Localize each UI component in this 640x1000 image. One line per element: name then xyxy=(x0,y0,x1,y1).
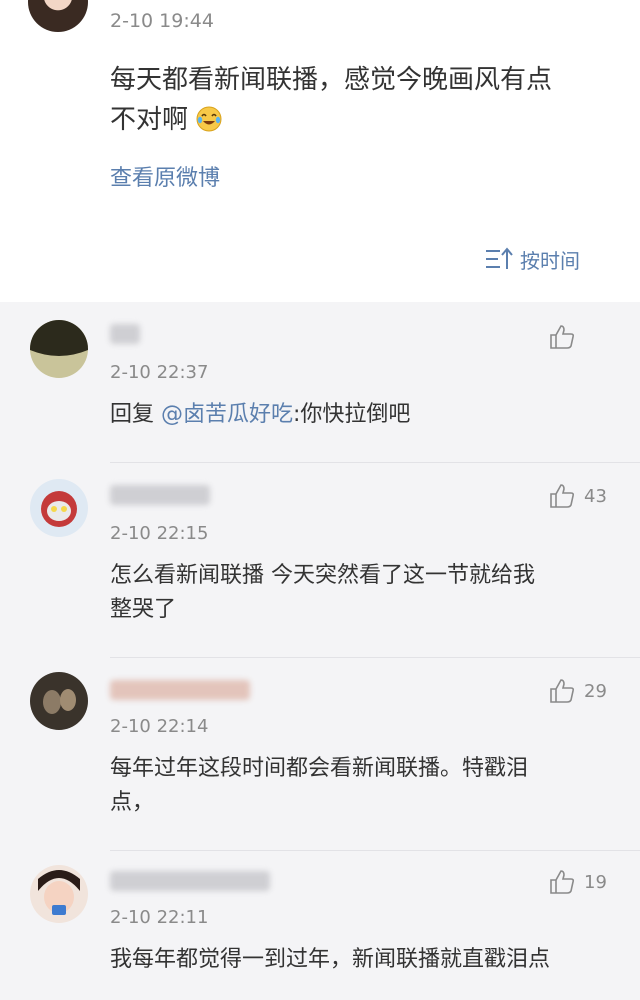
comment-timestamp: 2-10 22:14 xyxy=(110,716,209,737)
post-text: 每天都看新闻联播，感觉今晚画风有点 不对啊 xyxy=(110,60,610,140)
comment-item: 29 2-10 22:14 每年过年这段时间都会看新闻联播。特戳泪 点， xyxy=(0,658,640,851)
mention-link[interactable]: @卤苦瓜好吃 xyxy=(161,402,293,427)
reply-text: :你快拉倒吧 xyxy=(293,402,411,427)
comment-text-line1: 我每年都觉得一到过年，新闻联播就直戳泪点 xyxy=(110,947,551,972)
commenter-name-redacted[interactable] xyxy=(110,871,270,893)
commenter-name-redacted[interactable] xyxy=(110,485,210,507)
comment-text: 回复 @卤苦瓜好吃:你快拉倒吧 xyxy=(110,398,610,432)
comment-timestamp: 2-10 22:11 xyxy=(110,907,209,928)
comment-text-line1: 怎么看新闻联播 今天突然看了这一节就给我 xyxy=(110,563,535,588)
commenter-name-redacted[interactable] xyxy=(110,680,250,702)
like-count: 19 xyxy=(584,871,607,893)
comment-text: 我每年都觉得一到过年，新闻联播就直戳泪点 xyxy=(110,943,610,977)
comment-text-line2: 整哭了 xyxy=(110,597,177,622)
like-count: 43 xyxy=(584,485,607,507)
sort-icon xyxy=(486,247,513,269)
like-button[interactable]: 19 xyxy=(548,867,607,897)
like-button[interactable] xyxy=(548,322,576,352)
like-count: 29 xyxy=(584,680,607,702)
comment-item: 2-10 22:37 回复 @卤苦瓜好吃:你快拉倒吧 xyxy=(0,302,640,463)
comment-list: 2-10 22:37 回复 @卤苦瓜好吃:你快拉倒吧 43 2-10 22:15 xyxy=(0,302,640,1000)
comment-text-line1: 每年过年这段时间都会看新闻联播。特戳泪 xyxy=(110,756,529,781)
comment-text-line2: 点， xyxy=(110,790,155,815)
comment-text: 每年过年这段时间都会看新闻联播。特戳泪 点， xyxy=(110,752,610,820)
comment-text: 怎么看新闻联播 今天突然看了这一节就给我 整哭了 xyxy=(110,559,610,627)
comment-item: 19 2-10 22:11 我每年都觉得一到过年，新闻联播就直戳泪点 xyxy=(0,851,640,1000)
view-original-weibo-link[interactable]: 查看原微博 xyxy=(110,160,220,192)
comment-timestamp: 2-10 22:37 xyxy=(110,362,209,383)
post-text-line2: 不对啊 xyxy=(110,105,189,135)
post-author-avatar[interactable] xyxy=(28,0,88,32)
comment-item: 43 2-10 22:15 怎么看新闻联播 今天突然看了这一节就给我 整哭了 xyxy=(0,463,640,658)
reply-prefix: 回复 xyxy=(110,402,161,427)
thumbs-up-icon xyxy=(550,679,575,703)
commenter-avatar[interactable] xyxy=(30,320,88,378)
laughing-crying-emoji-icon xyxy=(196,106,222,132)
sort-label: 按时间 xyxy=(520,248,580,273)
commenter-avatar[interactable] xyxy=(30,479,88,537)
like-button[interactable]: 29 xyxy=(548,676,607,706)
like-button[interactable]: 43 xyxy=(548,481,607,511)
original-post: 2-10 19:44 每天都看新闻联播，感觉今晚画风有点 不对啊 查看原微博 按… xyxy=(0,0,640,302)
commenter-avatar[interactable] xyxy=(30,865,88,923)
thumbs-up-icon xyxy=(550,325,575,349)
post-timestamp: 2-10 19:44 xyxy=(110,10,214,32)
thumbs-up-icon xyxy=(550,870,575,894)
commenter-name-redacted[interactable] xyxy=(110,324,140,346)
commenter-avatar[interactable] xyxy=(30,672,88,730)
comment-timestamp: 2-10 22:15 xyxy=(110,523,209,544)
post-text-line1: 每天都看新闻联播，感觉今晚画风有点 xyxy=(110,65,553,95)
sort-by-time-button[interactable]: 按时间 xyxy=(484,244,580,274)
thumbs-up-icon xyxy=(550,484,575,508)
